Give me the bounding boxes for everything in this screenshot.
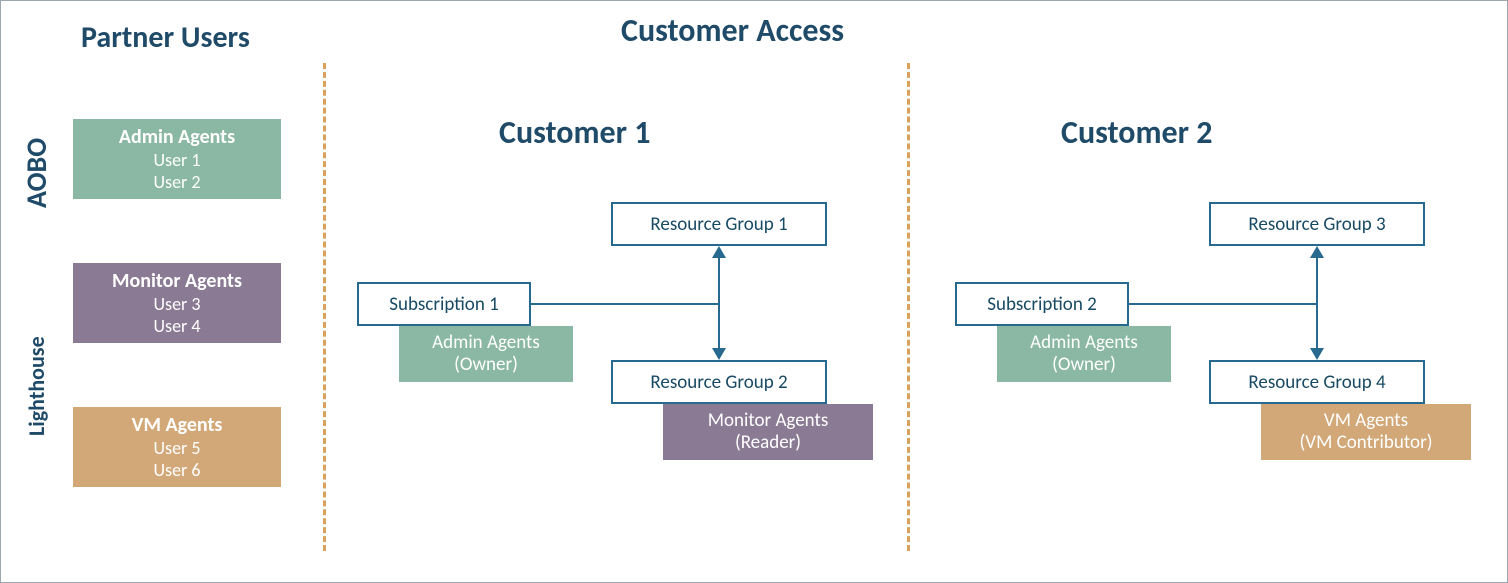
monitor-agents-card: Monitor Agents User 3 User 4 [73, 263, 281, 343]
rg2-tag-title: Monitor Agents [708, 410, 829, 432]
rg2-tag-role: (Reader) [735, 432, 801, 454]
c2-vline [1316, 258, 1318, 349]
customer1-title: Customer 1 [499, 113, 650, 152]
rg4-tag-role: (VM Contributor) [1300, 432, 1433, 454]
admin-agents-user1: User 1 [73, 149, 281, 171]
customer-access-title: Customer Access [621, 11, 844, 50]
subscription2-box: Subscription 2 [955, 282, 1129, 326]
c2-arrow-up [1310, 246, 1324, 258]
subscription1-tag: Admin Agents (Owner) [399, 326, 573, 382]
subscription1-box: Subscription 1 [357, 282, 531, 326]
rg4-box: Resource Group 4 [1209, 360, 1425, 404]
subscription2-tag: Admin Agents (Owner) [997, 326, 1171, 382]
lighthouse-label: Lighthouse [23, 271, 50, 501]
rg3-box: Resource Group 3 [1209, 202, 1425, 246]
partner-users-title: Partner Users [81, 19, 250, 56]
rg2-box: Resource Group 2 [611, 360, 827, 404]
aobo-label: AOBO [19, 119, 54, 227]
vm-agents-user1: User 5 [73, 437, 281, 459]
vm-agents-user2: User 6 [73, 459, 281, 481]
rg4-tag-title: VM Agents [1324, 410, 1408, 432]
admin-agents-card-title: Admin Agents [73, 125, 281, 149]
monitor-agents-user2: User 4 [73, 315, 281, 337]
c1-arrow-up [712, 246, 726, 258]
monitor-agents-user1: User 3 [73, 293, 281, 315]
vm-agents-card-title: VM Agents [73, 413, 281, 437]
divider-1 [323, 63, 326, 551]
rg2-tag: Monitor Agents (Reader) [663, 404, 873, 460]
vm-agents-card: VM Agents User 5 User 6 [73, 407, 281, 487]
divider-2 [907, 63, 910, 551]
c1-arrow-down [712, 348, 726, 360]
monitor-agents-card-title: Monitor Agents [73, 269, 281, 293]
subscription2-tag-role: (Owner) [1052, 354, 1116, 376]
customer2-title: Customer 2 [1061, 113, 1212, 152]
admin-agents-card: Admin Agents User 1 User 2 [73, 119, 281, 199]
admin-agents-user2: User 2 [73, 171, 281, 193]
c1-hline [531, 303, 718, 305]
subscription1-tag-role: (Owner) [454, 354, 518, 376]
rg4-tag: VM Agents (VM Contributor) [1261, 404, 1471, 460]
c2-arrow-down [1310, 348, 1324, 360]
subscription1-tag-title: Admin Agents [432, 332, 540, 354]
subscription2-tag-title: Admin Agents [1030, 332, 1138, 354]
rg1-box: Resource Group 1 [611, 202, 827, 246]
c2-hline [1129, 303, 1316, 305]
c1-vline [718, 258, 720, 349]
